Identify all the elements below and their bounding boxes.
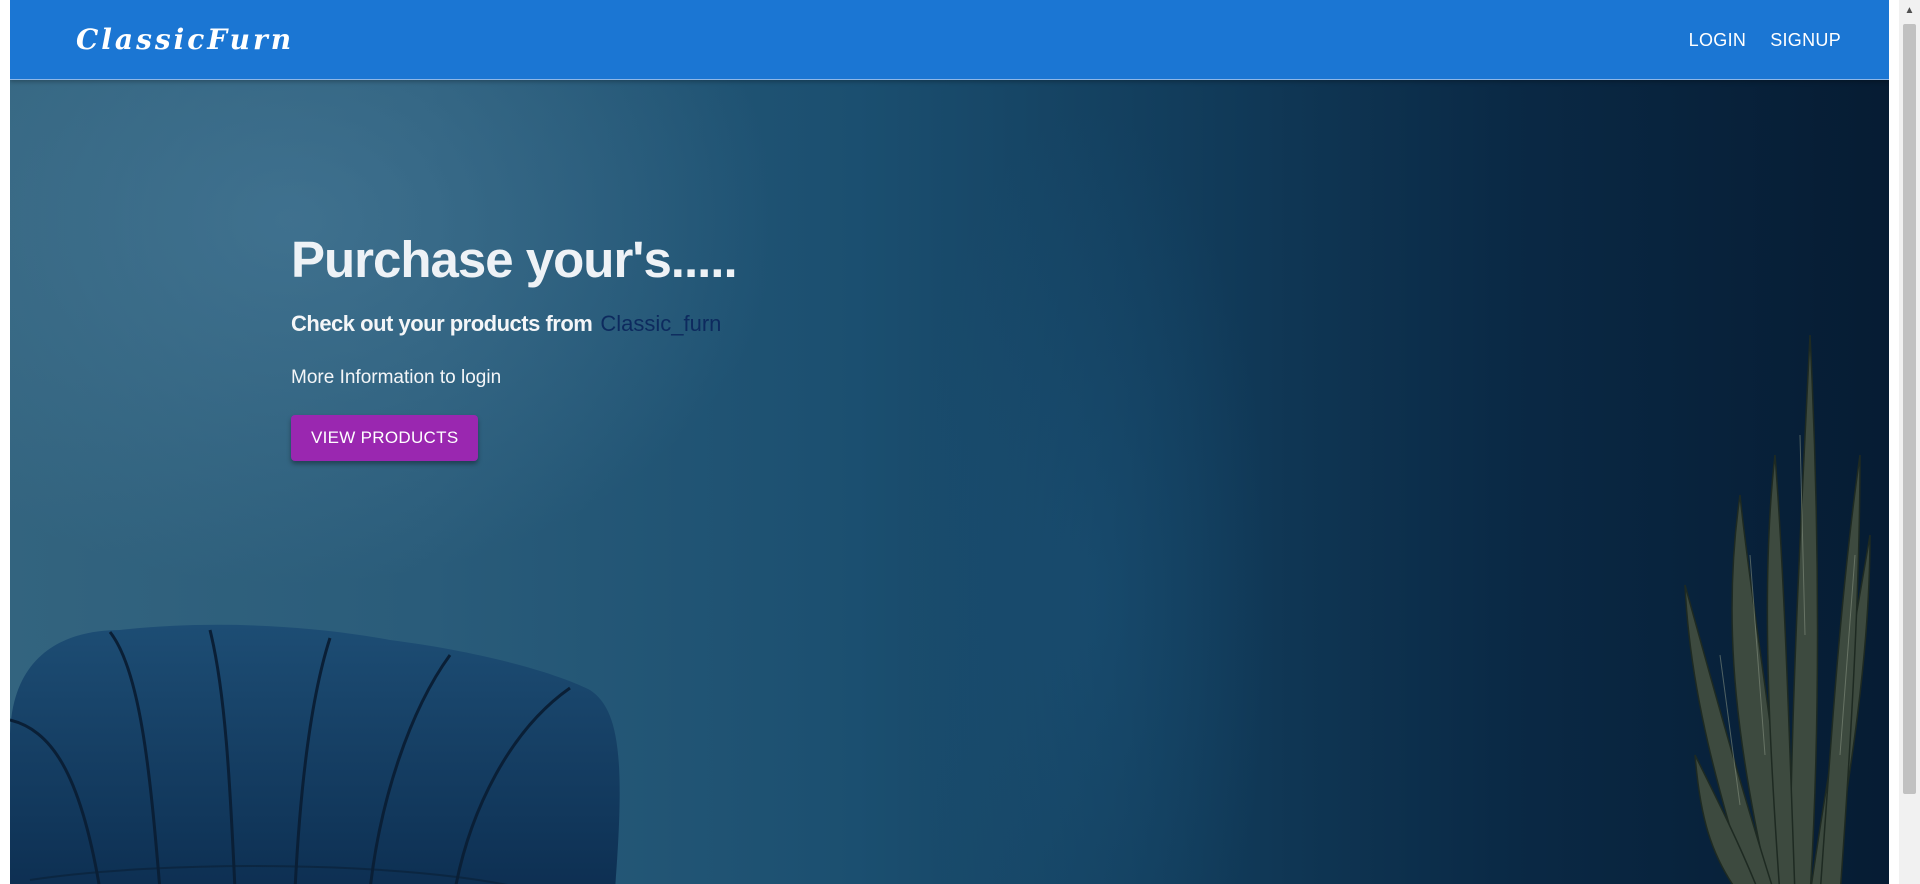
vertical-scrollbar[interactable]: ▲ (1899, 0, 1920, 884)
hero-title: Purchase your's..... (291, 231, 738, 288)
hero-subtitle-text: Check out your products from (291, 311, 593, 336)
signup-button[interactable]: SIGNUP (1762, 24, 1849, 56)
hero-banner: Purchase your's..... Check out your prod… (10, 80, 1889, 884)
armchair-image (10, 624, 620, 884)
brand-logo[interactable]: ClassicFurn (76, 20, 294, 60)
scroll-up-arrow-icon[interactable]: ▲ (1899, 0, 1920, 20)
hero-info: More Information to login (291, 367, 502, 388)
brand-link[interactable]: Classic_furn (600, 311, 721, 336)
view-products-button[interactable]: VIEW PRODUCTS (291, 415, 479, 461)
top-nav: LOGIN SIGNUP (1681, 24, 1849, 56)
page: ClassicFurn LOGIN SIGNUP Purchase your's… (10, 0, 1889, 884)
hero-content: Purchase your's..... Check out your prod… (291, 230, 738, 461)
login-button[interactable]: LOGIN (1681, 24, 1755, 56)
hero-subtitle: Check out your products from Classic_furn (291, 310, 737, 338)
scrollbar-thumb[interactable] (1903, 24, 1916, 794)
plant-image (1684, 335, 1871, 884)
app-bar: ClassicFurn LOGIN SIGNUP (10, 0, 1889, 80)
